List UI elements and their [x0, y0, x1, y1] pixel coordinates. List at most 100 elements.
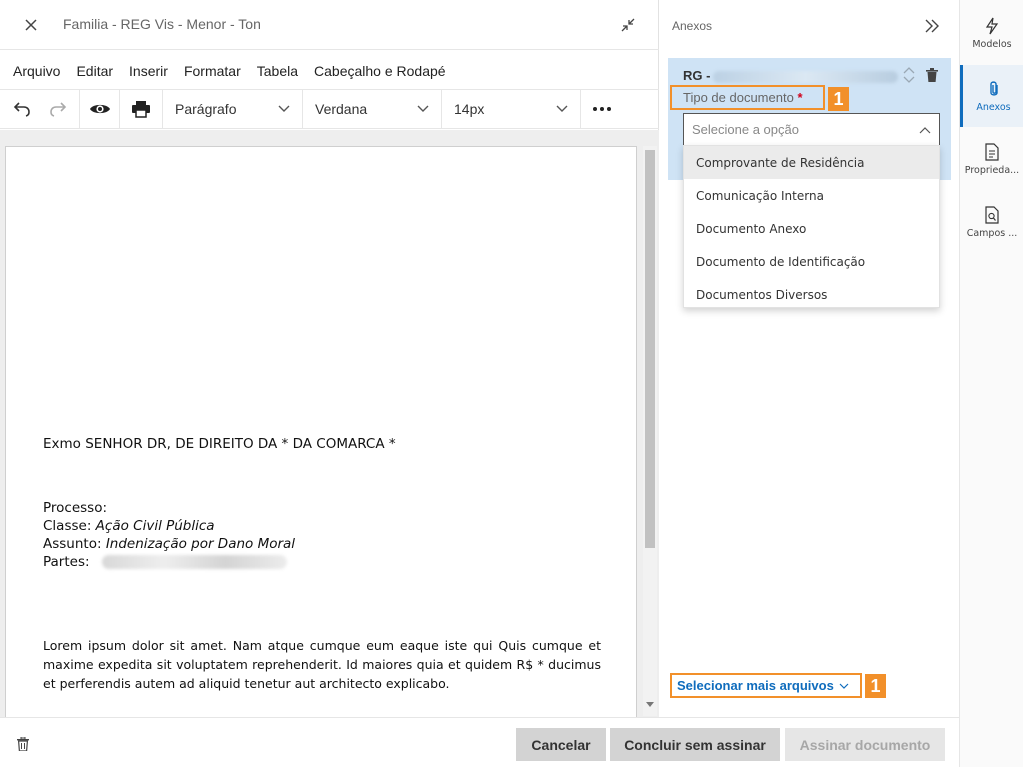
close-button[interactable] — [20, 14, 42, 36]
trash-icon — [17, 736, 29, 752]
select-more-files-link[interactable]: Selecionar mais arquivos — [670, 673, 862, 698]
print-group — [120, 90, 163, 128]
paragraph-style-value: Parágrafo — [175, 101, 237, 117]
rail-label: Anexos — [976, 101, 1011, 113]
document-type-select[interactable]: Selecione a opção — [683, 113, 940, 146]
delete-document-button[interactable] — [17, 736, 35, 754]
required-mark: * — [797, 90, 803, 105]
editor-title-bar: Familia - REG Vis - Menor - Ton — [0, 0, 659, 50]
printer-icon — [132, 101, 150, 118]
reorder-icon — [903, 67, 915, 83]
undo-button[interactable] — [4, 90, 40, 128]
doc-classe-label: Classe: — [43, 518, 92, 534]
rail-label: Campos ... — [966, 227, 1018, 239]
menu-arquivo[interactable]: Arquivo — [13, 63, 60, 79]
font-size-value: 14px — [454, 101, 485, 117]
annotation-badge: 1 — [865, 674, 886, 698]
menu-tabela[interactable]: Tabela — [257, 63, 298, 79]
rail-label: Proprieda... — [964, 164, 1020, 176]
collapse-icon — [621, 18, 635, 32]
attachments-panel: Anexos RG - Tipo de documento * 1 Seleci… — [660, 0, 959, 717]
menu-cabecalho-rodape[interactable]: Cabeçalho e Rodapé — [314, 63, 446, 79]
document-search-icon — [985, 205, 999, 224]
document-type-text: Tipo de documento — [683, 90, 794, 105]
menu-inserir[interactable]: Inserir — [129, 63, 168, 79]
document-scrollbar[interactable] — [643, 146, 657, 716]
editor-toolbar: Parágrafo Verdana 14px — [0, 89, 659, 129]
doc-processo: Processo: — [43, 499, 107, 517]
doc-partes-label: Partes: — [43, 554, 90, 570]
document-title: Familia - REG Vis - Menor - Ton — [63, 16, 261, 32]
document-properties-icon — [985, 142, 999, 161]
menu-editar[interactable]: Editar — [76, 63, 113, 79]
side-rail: Modelos Anexos Proprieda... Campos ... — [959, 0, 1023, 767]
more-icon — [593, 107, 611, 111]
attachment-name-prefix: RG - — [683, 68, 711, 83]
select-more-files-text: Selecionar mais arquivos — [677, 678, 834, 693]
doc-classe-value: Ação Civil Pública — [95, 518, 215, 534]
doc-assunto: Assunto: Indenização por Dano Moral — [43, 535, 295, 553]
cancel-button[interactable]: Cancelar — [516, 728, 606, 761]
doc-greeting: Exmo SENHOR DR, DE DIREITO DA * DA COMAR… — [43, 436, 396, 452]
select-placeholder: Selecione a opção — [692, 122, 799, 137]
option-documentos-diversos[interactable]: Documentos Diversos — [684, 278, 939, 311]
footer-bar: Cancelar Concluir sem assinar Assinar do… — [0, 717, 959, 767]
chevron-down-icon — [556, 105, 568, 112]
rail-item-modelos[interactable]: Modelos — [960, 2, 1023, 64]
preview-group — [80, 90, 120, 128]
chevron-up-icon — [919, 126, 931, 133]
doc-assunto-value: Indenização por Dano Moral — [105, 536, 296, 552]
scroll-down-arrow-icon[interactable] — [646, 702, 654, 707]
font-size-select[interactable]: 14px — [442, 90, 581, 128]
option-documento-anexo[interactable]: Documento Anexo — [684, 212, 939, 245]
redacted-filename — [713, 71, 898, 83]
delete-attachment-button[interactable] — [926, 67, 940, 83]
chevron-down-icon — [417, 105, 429, 112]
menu-formatar[interactable]: Formatar — [184, 63, 241, 79]
menu-bar: Arquivo Editar Inserir Formatar Tabela C… — [0, 56, 462, 86]
redo-button[interactable] — [40, 90, 76, 128]
option-comunicacao-interna[interactable]: Comunicação Interna — [684, 179, 939, 212]
lightning-icon — [985, 17, 999, 34]
expand-panel-button[interactable] — [922, 16, 942, 36]
undo-icon — [13, 102, 30, 117]
finish-without-signing-button[interactable]: Concluir sem assinar — [610, 728, 780, 761]
rail-item-campos[interactable]: Campos ... — [960, 191, 1023, 253]
option-comprovante-residencia[interactable]: Comprovante de Residência — [684, 146, 939, 179]
font-family-value: Verdana — [315, 101, 368, 117]
preview-button[interactable] — [82, 90, 118, 128]
document-canvas: Exmo SENHOR DR, DE DIREITO DA * DA COMAR… — [0, 130, 659, 717]
scrollbar-thumb[interactable] — [645, 150, 655, 548]
print-button[interactable] — [123, 90, 159, 128]
document-page[interactable]: Exmo SENHOR DR, DE DIREITO DA * DA COMAR… — [5, 146, 637, 717]
more-options-button[interactable] — [581, 90, 623, 128]
doc-partes: Partes: — [43, 553, 287, 571]
doc-assunto-label: Assunto: — [43, 536, 102, 552]
option-documento-identificacao[interactable]: Documento de Identificação — [684, 245, 939, 278]
chevron-down-icon — [839, 683, 849, 689]
close-icon — [25, 19, 37, 31]
panel-title: Anexos — [672, 19, 713, 33]
paragraph-style-select[interactable]: Parágrafo — [163, 90, 303, 128]
chevron-down-icon — [278, 105, 290, 112]
double-chevron-right-icon — [925, 19, 939, 33]
redacted-text — [101, 555, 287, 569]
history-group — [0, 90, 80, 128]
paperclip-icon — [989, 80, 998, 96]
sign-document-button[interactable]: Assinar documento — [785, 728, 945, 761]
document-type-label: Tipo de documento * — [670, 85, 825, 110]
document-type-options: Comprovante de Residência Comunicação In… — [683, 145, 940, 308]
annotation-badge: 1 — [828, 87, 849, 111]
redo-icon — [50, 102, 67, 117]
eye-icon — [89, 104, 110, 114]
doc-body-paragraph: Lorem ipsum dolor sit amet. Nam atque cu… — [43, 638, 601, 691]
rail-item-anexos[interactable]: Anexos — [960, 65, 1023, 127]
trash-icon — [926, 68, 938, 82]
font-family-select[interactable]: Verdana — [303, 90, 442, 128]
doc-classe: Classe: Ação Civil Pública — [43, 517, 215, 535]
doc-processo-label: Processo: — [43, 500, 108, 516]
reorder-handle[interactable] — [902, 65, 916, 85]
rail-item-propriedades[interactable]: Proprieda... — [960, 128, 1023, 190]
collapse-button[interactable] — [617, 14, 639, 36]
editor-pane: Familia - REG Vis - Menor - Ton Arquivo … — [0, 0, 659, 767]
